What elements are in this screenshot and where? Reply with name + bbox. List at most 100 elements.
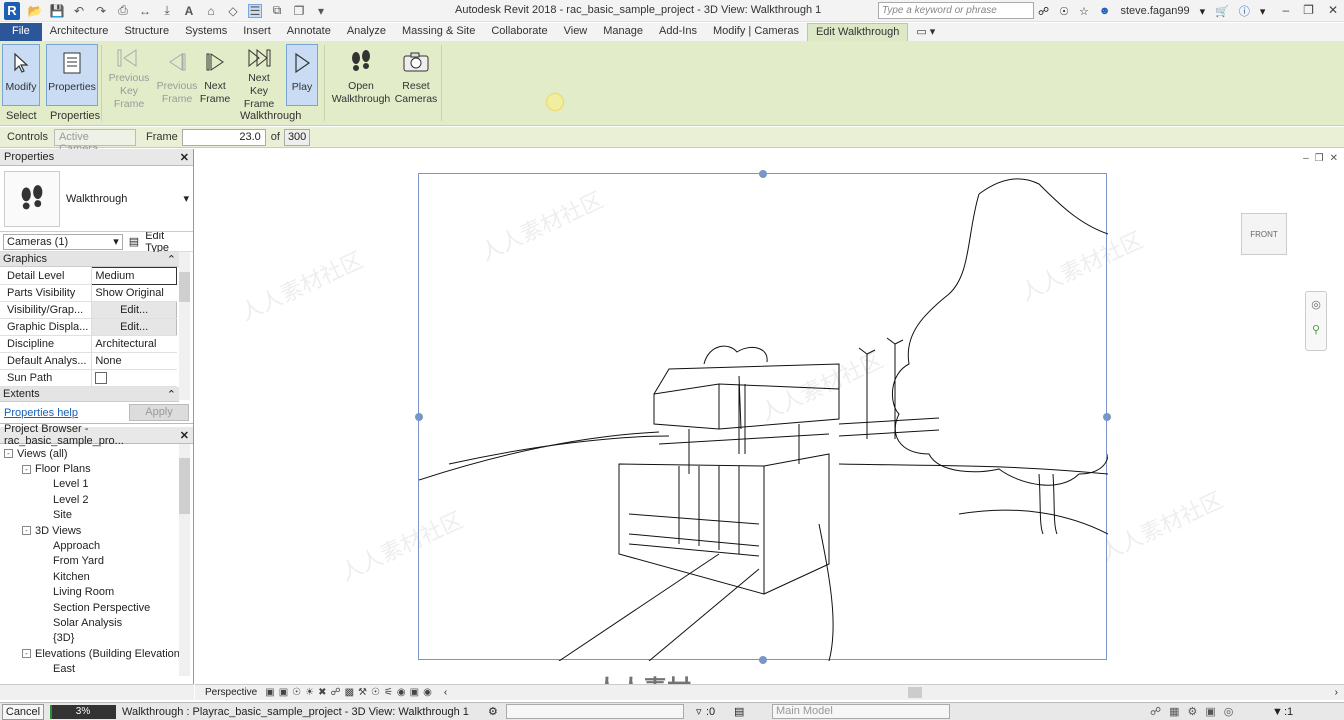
instance-filter-dropdown[interactable]: Cameras (1) ▾ (3, 233, 123, 250)
property-value[interactable]: Medium (91, 267, 177, 285)
frame-input[interactable]: 23.0 (181, 128, 266, 146)
view-control-icons[interactable]: ▣▣☉☀✖☍▩⚒☉⚟◉▣◉ (265, 687, 436, 698)
property-value[interactable]: Architectural (91, 335, 177, 353)
worksets-icon[interactable]: ⚙ (488, 705, 498, 718)
zoom-icon[interactable]: ⚲ (1306, 323, 1326, 336)
minimize-icon[interactable]: – (1282, 3, 1289, 17)
tree-item[interactable]: Approach (0, 538, 193, 553)
project-browser-scrollbar[interactable] (179, 444, 190, 676)
open-walkthrough-button[interactable]: Open Walkthrough (330, 44, 392, 106)
tab-massing-site[interactable]: Massing & Site (394, 23, 483, 41)
property-value[interactable]: Show Original (91, 284, 177, 302)
navigation-bar[interactable]: ◎ ⚲ (1305, 291, 1327, 351)
viewcube[interactable]: FRONT (1241, 213, 1287, 255)
selection-settings-icons[interactable]: ☍▦⚙▣◎ (1150, 705, 1241, 718)
type-selector[interactable]: Walkthrough ▾ (0, 166, 193, 232)
chevron-down-icon[interactable]: ▾ (183, 192, 189, 205)
tab-edit-walkthrough[interactable]: Edit Walkthrough (806, 23, 909, 41)
collapse-toggle-icon[interactable]: - (22, 464, 31, 474)
tree-item[interactable]: - Floor Plans (0, 461, 193, 476)
restore-icon[interactable]: ❐ (1315, 153, 1324, 164)
play-button[interactable]: Play (286, 44, 318, 106)
tab-file[interactable]: File (0, 23, 42, 41)
close-icon[interactable]: ✕ (1328, 3, 1338, 17)
tab-architecture[interactable]: Architecture (42, 23, 117, 41)
controls-dropdown[interactable]: Active Camera (53, 128, 136, 155)
tree-item[interactable]: From Yard (0, 554, 193, 569)
properties-help-link[interactable]: Properties help (4, 407, 78, 419)
tree-item[interactable]: Solar Analysis (0, 615, 193, 630)
tree-item[interactable]: {3D} (0, 631, 193, 646)
tab-collaborate[interactable]: Collaborate (483, 23, 555, 41)
horizontal-scroll-thumb[interactable] (908, 687, 922, 698)
tree-item[interactable]: Kitchen (0, 569, 193, 584)
collapse-toggle-icon[interactable]: - (22, 526, 31, 536)
tab-add-ins[interactable]: Add-Ins (651, 23, 705, 41)
design-option-dropdown[interactable]: Main Model (772, 704, 950, 719)
ribbon-display-options-icon[interactable]: ▭ ▾ (908, 23, 943, 41)
scroll-left-icon[interactable]: ‹ (444, 687, 447, 698)
revit-logo-icon[interactable]: R (4, 1, 20, 20)
total-frames[interactable]: 300 (283, 128, 311, 146)
tab-insert[interactable]: Insert (235, 23, 279, 41)
tree-item[interactable]: - Views (all) (0, 446, 193, 461)
favorites-star-icon[interactable]: ☆ (1079, 5, 1089, 18)
help-icon[interactable]: ⓘ (1239, 3, 1250, 19)
previous-key-frame-button[interactable]: Previous Key Frame (104, 44, 154, 110)
property-value[interactable] (91, 369, 177, 387)
panel-label-select[interactable]: Select (6, 110, 37, 122)
minimize-icon[interactable]: – (1303, 153, 1309, 164)
text-icon[interactable]: A (182, 4, 196, 18)
tab-modify-cameras[interactable]: Modify | Cameras (705, 23, 807, 41)
close-icon[interactable]: ✕ (1330, 153, 1338, 164)
subscription-icon[interactable]: ☉ (1059, 5, 1069, 18)
tab-systems[interactable]: Systems (177, 23, 235, 41)
properties-scrollbar[interactable] (179, 252, 190, 400)
collapse-toggle-icon[interactable]: - (4, 449, 13, 459)
tab-analyze[interactable]: Analyze (339, 23, 394, 41)
tab-annotate[interactable]: Annotate (279, 23, 339, 41)
crop-region[interactable] (415, 170, 1111, 664)
close-hidden-windows-icon[interactable]: ⧉ (270, 3, 284, 18)
project-browser-hscroll[interactable] (0, 684, 194, 700)
filter-funnel-icon[interactable]: ▼ (1272, 706, 1283, 718)
modify-button[interactable]: Modify (2, 44, 40, 106)
binoculars-icon[interactable]: ☍ (1038, 5, 1049, 18)
edit-type-icon[interactable]: ▤ (129, 235, 139, 248)
tree-item[interactable]: East (0, 661, 193, 676)
chevron-down-icon[interactable]: ▾ (1260, 5, 1266, 18)
thin-lines-icon[interactable]: ☰ (248, 3, 262, 18)
section-extents[interactable]: Extents ⌃ (0, 387, 179, 402)
open-icon[interactable]: 📂 (28, 4, 43, 18)
properties-button[interactable]: Properties (46, 44, 98, 106)
steering-wheel-icon[interactable]: ◎ (1306, 298, 1326, 311)
edit-button[interactable]: Edit... (91, 301, 177, 319)
scroll-right-icon[interactable]: › (1335, 687, 1338, 698)
save-icon[interactable]: 💾 (50, 4, 65, 18)
cancel-button[interactable]: Cancel (2, 703, 44, 720)
next-key-frame-button[interactable]: Next Key Frame (234, 44, 284, 110)
tree-item[interactable]: Site (0, 508, 193, 523)
print-icon[interactable]: ⎙ (116, 3, 130, 18)
close-icon[interactable]: ✕ (180, 151, 189, 164)
tab-manage[interactable]: Manage (595, 23, 651, 41)
property-value[interactable]: None (91, 352, 177, 370)
sun-path-checkbox[interactable] (95, 372, 108, 385)
collapse-toggle-icon[interactable]: - (22, 649, 31, 659)
tab-view[interactable]: View (556, 23, 596, 41)
crop-grip-right[interactable] (1103, 413, 1111, 421)
measure-icon[interactable]: ↔ (138, 4, 152, 18)
tree-item[interactable]: -3D Views (0, 523, 193, 538)
crop-grip-left[interactable] (415, 413, 423, 421)
tree-item[interactable]: Level 1 (0, 477, 193, 492)
maximize-icon[interactable]: ❐ (1303, 3, 1314, 17)
apply-button[interactable]: Apply (129, 404, 189, 421)
workset-dropdown[interactable] (506, 704, 684, 719)
search-input[interactable]: Type a keyword or phrase (878, 2, 1034, 19)
redo-icon[interactable]: ↷ (94, 4, 108, 18)
section-graphics[interactable]: Graphics ⌃ (0, 252, 179, 267)
undo-icon[interactable]: ↶ (72, 4, 86, 18)
edit-type-button[interactable]: Edit Type (145, 230, 190, 254)
customize-qat-icon[interactable]: ▾ (314, 4, 328, 18)
switch-windows-icon[interactable]: ❐ (292, 4, 306, 18)
